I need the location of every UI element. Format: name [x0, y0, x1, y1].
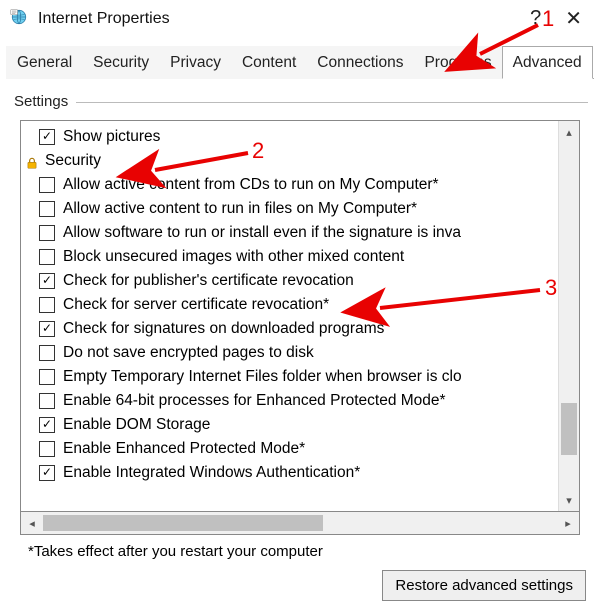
- list-item[interactable]: Check for server certificate revocation*: [39, 293, 558, 317]
- item-label: Allow software to run or install even if…: [63, 221, 461, 245]
- item-label: Allow active content to run in files on …: [63, 197, 417, 221]
- item-label: Enable Enhanced Protected Mode*: [63, 437, 305, 461]
- scroll-thumb[interactable]: [43, 515, 323, 531]
- annotation-1: 1: [542, 6, 554, 32]
- list-item[interactable]: Check for publisher's certificate revoca…: [39, 269, 558, 293]
- scroll-right-icon[interactable]: ▸: [557, 512, 579, 534]
- item-label: Check for signatures on downloaded progr…: [63, 317, 384, 341]
- list-item[interactable]: Allow active content from CDs to run on …: [39, 173, 558, 197]
- tab-privacy[interactable]: Privacy: [159, 46, 232, 79]
- checkbox[interactable]: [39, 465, 55, 481]
- list-item[interactable]: Enable 64-bit processes for Enhanced Pro…: [39, 389, 558, 413]
- scroll-down-icon[interactable]: ▾: [559, 489, 579, 511]
- list-item[interactable]: Allow active content to run in files on …: [39, 197, 558, 221]
- list-item[interactable]: Show pictures: [39, 125, 558, 149]
- tab-programs[interactable]: Programs: [413, 46, 502, 79]
- checkbox[interactable]: [39, 129, 55, 145]
- item-label: Block unsecured images with other mixed …: [63, 245, 404, 269]
- checkbox[interactable]: [39, 273, 55, 289]
- item-label: Show pictures: [63, 125, 160, 149]
- footnote: *Takes effect after you restart your com…: [28, 543, 586, 560]
- item-label: Do not save encrypted pages to disk: [63, 341, 314, 365]
- lock-icon: [25, 154, 39, 168]
- list-item[interactable]: Enable Enhanced Protected Mode*: [39, 437, 558, 461]
- tab-content[interactable]: Content: [231, 46, 307, 79]
- list-item[interactable]: Empty Temporary Internet Files folder wh…: [39, 365, 558, 389]
- item-label: Empty Temporary Internet Files folder wh…: [63, 365, 462, 389]
- checkbox[interactable]: [39, 297, 55, 313]
- item-label: Check for publisher's certificate revoca…: [63, 269, 354, 293]
- checkbox[interactable]: [39, 393, 55, 409]
- list-item[interactable]: Check for signatures on downloaded progr…: [39, 317, 558, 341]
- close-button[interactable]: ✕: [557, 6, 590, 31]
- category-label: Security: [45, 149, 101, 173]
- tab-strip: General Security Privacy Content Connect…: [6, 45, 594, 79]
- list-item[interactable]: Block unsecured images with other mixed …: [39, 245, 558, 269]
- checkbox[interactable]: [39, 441, 55, 457]
- item-label: Enable 64-bit processes for Enhanced Pro…: [63, 389, 446, 413]
- checkbox[interactable]: [39, 225, 55, 241]
- scroll-thumb[interactable]: [561, 403, 577, 455]
- app-icon: [10, 8, 28, 29]
- checkbox[interactable]: [39, 201, 55, 217]
- horizontal-scrollbar[interactable]: ◂ ▸: [20, 512, 580, 535]
- checkbox[interactable]: [39, 249, 55, 265]
- tab-advanced[interactable]: Advanced: [502, 46, 593, 79]
- checkbox[interactable]: [39, 177, 55, 193]
- annotation-2: 2: [252, 138, 264, 164]
- scroll-up-icon[interactable]: ▴: [559, 121, 579, 143]
- checkbox[interactable]: [39, 417, 55, 433]
- checkbox[interactable]: [39, 369, 55, 385]
- tab-general[interactable]: General: [6, 46, 83, 79]
- settings-listbox: Show pictures Security Allow active cont…: [20, 120, 580, 512]
- restore-advanced-settings-button[interactable]: Restore advanced settings: [382, 570, 586, 601]
- tab-connections[interactable]: Connections: [306, 46, 414, 79]
- category-security: Security: [25, 149, 558, 173]
- list-item[interactable]: Enable DOM Storage: [39, 413, 558, 437]
- checkbox[interactable]: [39, 345, 55, 361]
- vertical-scrollbar[interactable]: ▴ ▾: [558, 121, 579, 511]
- checkbox[interactable]: [39, 321, 55, 337]
- item-label: Allow active content from CDs to run on …: [63, 173, 439, 197]
- window-title: Internet Properties: [36, 10, 514, 28]
- scroll-track[interactable]: [559, 143, 579, 489]
- item-label: Check for server certificate revocation*: [63, 293, 329, 317]
- tab-security[interactable]: Security: [82, 46, 160, 79]
- list-item[interactable]: Do not save encrypted pages to disk: [39, 341, 558, 365]
- scroll-track[interactable]: [43, 512, 557, 534]
- group-label: Settings: [12, 93, 70, 110]
- group-line: [76, 102, 588, 103]
- settings-group: Settings Show pictures Security Allow: [12, 93, 588, 535]
- titlebar: Internet Properties ? ✕: [0, 0, 600, 35]
- list-item[interactable]: Allow software to run or install even if…: [39, 221, 558, 245]
- annotation-3: 3: [545, 275, 557, 301]
- item-label: Enable Integrated Windows Authentication…: [63, 461, 360, 485]
- settings-list-content: Show pictures Security Allow active cont…: [21, 121, 558, 511]
- item-label: Enable DOM Storage: [63, 413, 210, 437]
- scroll-left-icon[interactable]: ◂: [21, 512, 43, 534]
- list-item[interactable]: Enable Integrated Windows Authentication…: [39, 461, 558, 485]
